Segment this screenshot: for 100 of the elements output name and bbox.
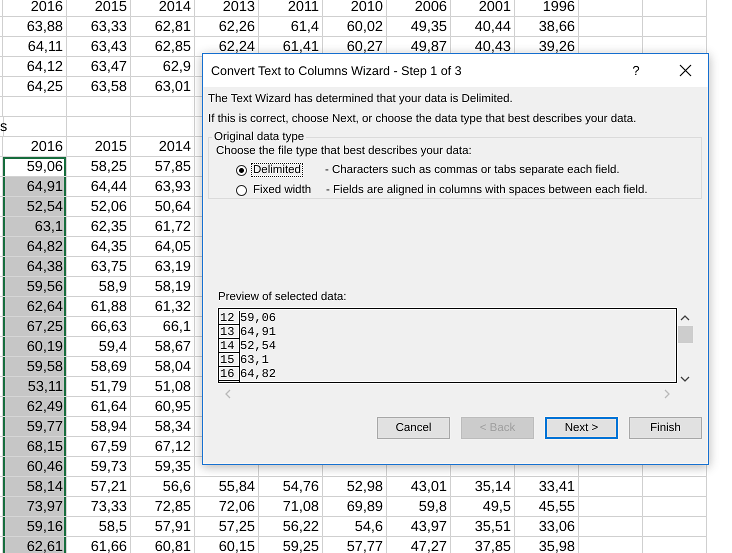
- group-prompt: Choose the file type that best describes your data:: [216, 144, 473, 159]
- radio-label[interactable]: Delimited: [251, 163, 303, 177]
- table-cell: 63,88: [3, 17, 67, 37]
- table-cell: 59,73: [67, 457, 131, 477]
- table-cell: 58,9: [67, 277, 131, 297]
- table-cell: 61,32: [131, 297, 195, 317]
- line-number: 16: [219, 367, 240, 381]
- table-cell: 49,5: [451, 497, 515, 517]
- table-cell: 60,19: [3, 337, 67, 357]
- table-cell: 1996: [515, 0, 579, 17]
- table-cell: [67, 97, 131, 117]
- line-number: 15: [219, 353, 240, 367]
- table-cell: 58,67: [131, 337, 195, 357]
- table-cell: [579, 0, 643, 17]
- table-cell: 63,33: [67, 17, 131, 37]
- table-cell: 63,93: [131, 177, 195, 197]
- table-cell: 67,12: [131, 437, 195, 457]
- table-cell: 40,44: [451, 17, 515, 37]
- table-cell: 2013: [195, 0, 259, 17]
- radio-button[interactable]: [236, 184, 247, 196]
- table-cell: 59,8: [387, 497, 451, 517]
- table-cell: 2015: [67, 137, 131, 157]
- table-cell: 62,26: [195, 17, 259, 37]
- table-cell: 64,11: [3, 37, 67, 57]
- table-cell: 33,06: [515, 517, 579, 537]
- scroll-up-icon[interactable]: [680, 314, 690, 321]
- intro-text: The Text Wizard has determined that your data is Delimited.: [208, 92, 514, 107]
- radio-label[interactable]: Fixed width: [251, 183, 322, 197]
- table-cell: 52,54: [3, 197, 67, 217]
- table-cell: 60,95: [131, 397, 195, 417]
- table-cell: 54,6: [323, 517, 387, 537]
- table-cell: 67,59: [67, 437, 131, 457]
- table-cell: [643, 0, 707, 17]
- table-cell: 55,84: [195, 477, 259, 497]
- table-cell: 2014: [131, 0, 195, 17]
- radio-button[interactable]: [236, 164, 247, 176]
- table-cell: 2014: [131, 137, 195, 157]
- table-cell: 58,34: [131, 417, 195, 437]
- table-cell: 52,98: [323, 477, 387, 497]
- table-cell: 64,91: [3, 177, 67, 197]
- table-cell: 47,27: [387, 537, 451, 553]
- table-cell: 73,33: [67, 497, 131, 517]
- table-cell: 63,58: [67, 77, 131, 97]
- table-cell: 60,46: [3, 457, 67, 477]
- table-cell: 58,04: [131, 357, 195, 377]
- table-cell: 57,91: [131, 517, 195, 537]
- help-button[interactable]: ?: [616, 54, 656, 87]
- table-cell: 59,58: [3, 357, 67, 377]
- table-cell: 58,19: [131, 277, 195, 297]
- preview-text: 52,54: [240, 339, 276, 353]
- dialog-title: Convert Text to Columns Wizard - Step 1 of 3: [211, 64, 463, 78]
- table-cell: 2006: [387, 0, 451, 17]
- table-cell: [3, 97, 67, 117]
- table-cell: 62,49: [3, 397, 67, 417]
- table-cell: 58,5: [67, 517, 131, 537]
- table-cell: 60,15: [195, 537, 259, 553]
- table-cell: 64,25: [3, 77, 67, 97]
- table-cell: [67, 117, 131, 137]
- table-cell: 61,4: [259, 17, 323, 37]
- table-cell: 61,64: [67, 397, 131, 417]
- table-cell: 64,38: [3, 257, 67, 277]
- option-description: - Characters such as commas or tabs separate each field.: [324, 164, 620, 176]
- table-cell: 52,06: [67, 197, 131, 217]
- scroll-thumb[interactable]: [678, 326, 692, 343]
- table-cell: 71,08: [259, 497, 323, 517]
- preview-text: 59,06: [240, 311, 276, 325]
- table-cell: 59,25: [259, 537, 323, 553]
- table-cell: 57,77: [323, 537, 387, 553]
- table-cell: 66,63: [67, 317, 131, 337]
- table-cell: 59,16: [3, 517, 67, 537]
- table-cell: 62,85: [131, 37, 195, 57]
- table-cell: 59,56: [3, 277, 67, 297]
- table-cell: 64,12: [3, 57, 67, 77]
- scroll-down-icon[interactable]: [680, 376, 690, 383]
- table-cell: 68,15: [3, 437, 67, 457]
- table-cell: 45,55: [515, 497, 579, 517]
- table-cell: 58,14: [3, 477, 67, 497]
- table-cell: 51,08: [131, 377, 195, 397]
- table-cell: 53,11: [3, 377, 67, 397]
- table-cell: [643, 477, 707, 497]
- table-cell: [579, 497, 643, 517]
- table-cell: 2001: [451, 0, 515, 17]
- table-cell: 61,72: [131, 217, 195, 237]
- table-cell: [579, 517, 643, 537]
- table-cell: 35,98: [515, 537, 579, 553]
- table-cell: 49,35: [387, 17, 451, 37]
- preview-text: 64,82: [240, 367, 276, 381]
- dialog-button[interactable]: Finish: [629, 417, 702, 439]
- dialog-button[interactable]: Cancel: [377, 417, 450, 439]
- table-cell: 58,94: [67, 417, 131, 437]
- table-cell: 38,66: [515, 17, 579, 37]
- table-cell: 59,77: [3, 417, 67, 437]
- table-cell: 63,01: [131, 77, 195, 97]
- table-cell: 43,01: [387, 477, 451, 497]
- table-cell: 59,35: [131, 457, 195, 477]
- table-cell: 63,47: [67, 57, 131, 77]
- table-cell: 35,51: [451, 517, 515, 537]
- table-cell: 37,85: [451, 537, 515, 553]
- table-cell: 60,02: [323, 17, 387, 37]
- dialog-button[interactable]: Next >: [545, 417, 618, 439]
